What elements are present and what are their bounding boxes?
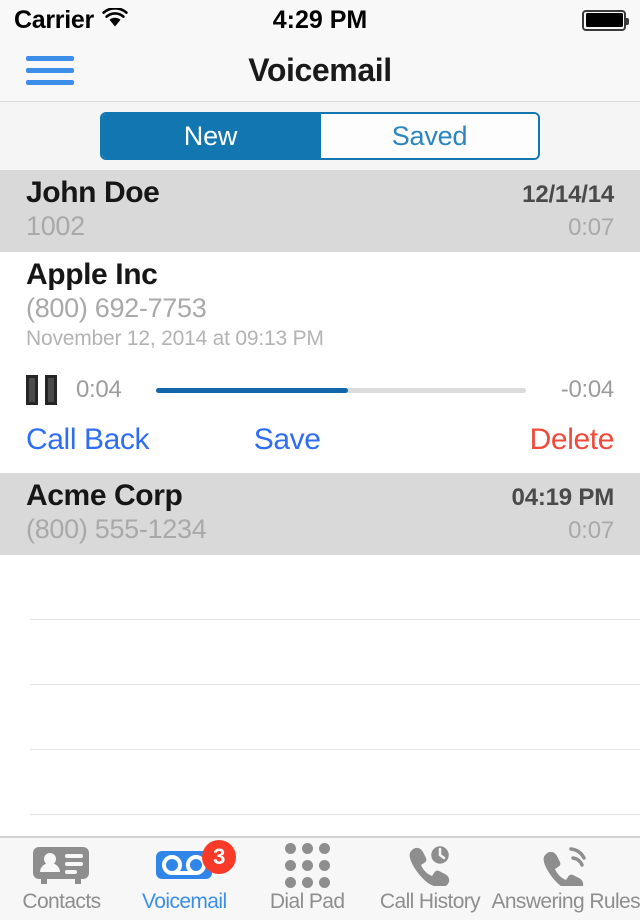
voicemail-date-full: November 12, 2014 at 09:13 PM — [26, 327, 324, 350]
voicemail-duration: 0:07 — [568, 517, 614, 544]
voicemail-row-apple-inc[interactable]: Apple Inc (800) 692-7753 November 12, 20… — [0, 252, 640, 361]
status-bar: Carrier 4:29 PM — [0, 0, 640, 40]
tab-new[interactable]: New — [102, 114, 319, 158]
voicemail-badge: 3 — [202, 840, 237, 874]
voicemail-row-john-doe[interactable]: John Doe 12/14/14 1002 0:07 — [0, 170, 640, 252]
carrier-label: Carrier — [14, 5, 94, 34]
save-button[interactable]: Save — [254, 423, 321, 457]
list-item — [30, 750, 640, 815]
battery-icon — [582, 9, 629, 31]
list-item — [30, 685, 640, 750]
voicemail-list[interactable]: John Doe 12/14/14 1002 0:07 Apple Inc (8… — [0, 170, 640, 836]
voicemail-tape-icon: 3 — [154, 840, 237, 886]
tab-label: Contacts — [22, 890, 101, 913]
tab-answering-rules[interactable]: Answering Rules — [491, 844, 640, 914]
tab-label: Answering Rules — [491, 890, 640, 913]
status-bar-left: Carrier — [14, 6, 128, 35]
voicemail-timestamp: 04:19 PM — [511, 484, 615, 511]
list-item — [30, 555, 640, 620]
page-title: Voicemail — [248, 52, 392, 88]
tab-label: Call History — [379, 890, 481, 913]
voicemail-row-acme-corp[interactable]: Acme Corp 04:19 PM (800) 555-1234 0:07 — [0, 473, 640, 555]
tab-contacts[interactable]: Contacts — [0, 844, 123, 914]
voicemail-number: (800) 555-1234 — [26, 514, 207, 544]
tab-bar: Contacts 3 Voicemail Dial Pad Call Histo… — [0, 836, 640, 920]
navigation-bar: Voicemail — [0, 40, 640, 102]
dialpad-grid-icon — [284, 842, 330, 888]
voicemail-actions: Call Back Save Delete — [0, 411, 640, 473]
voicemail-number: 1002 — [26, 211, 85, 241]
player-remaining-time: -0:04 — [560, 376, 615, 403]
tab-dial-pad[interactable]: Dial Pad — [246, 842, 369, 914]
list-item — [30, 815, 640, 836]
phone-screen: Carrier 4:29 PM Voicemail New Saved John… — [0, 0, 640, 920]
tab-call-history[interactable]: Call History — [369, 844, 492, 914]
call-back-button[interactable]: Call Back — [26, 423, 150, 457]
pause-icon[interactable] — [26, 375, 60, 405]
player-elapsed-time: 0:04 — [76, 376, 122, 403]
contacts-card-icon — [30, 844, 92, 886]
delete-button[interactable]: Delete — [530, 423, 615, 457]
tab-label: Dial Pad — [269, 890, 345, 913]
voicemail-timestamp: 12/14/14 — [522, 181, 614, 208]
voicemail-number: (800) 692-7753 — [26, 293, 207, 323]
segmented-control-container: New Saved — [0, 102, 640, 170]
voicemail-duration: 0:07 — [568, 214, 614, 241]
player-progress-slider[interactable] — [156, 387, 526, 393]
player-progress-fill — [156, 387, 349, 393]
list-item — [30, 620, 640, 685]
voicemail-player[interactable]: 0:04 -0:04 — [0, 361, 640, 411]
answering-rules-icon — [540, 844, 592, 886]
voicemail-name: Acme Corp — [26, 479, 183, 512]
segmented-control[interactable]: New Saved — [100, 112, 540, 160]
tab-voicemail[interactable]: 3 Voicemail — [123, 840, 246, 914]
voicemail-name: John Doe — [26, 176, 160, 209]
status-bar-right — [582, 9, 629, 31]
call-history-clock-icon — [405, 844, 455, 886]
wifi-icon — [102, 6, 128, 35]
hamburger-menu-icon[interactable] — [26, 54, 74, 88]
tab-saved[interactable]: Saved — [319, 114, 538, 158]
voicemail-name: Apple Inc — [26, 258, 158, 291]
tab-label: Voicemail — [142, 890, 227, 913]
